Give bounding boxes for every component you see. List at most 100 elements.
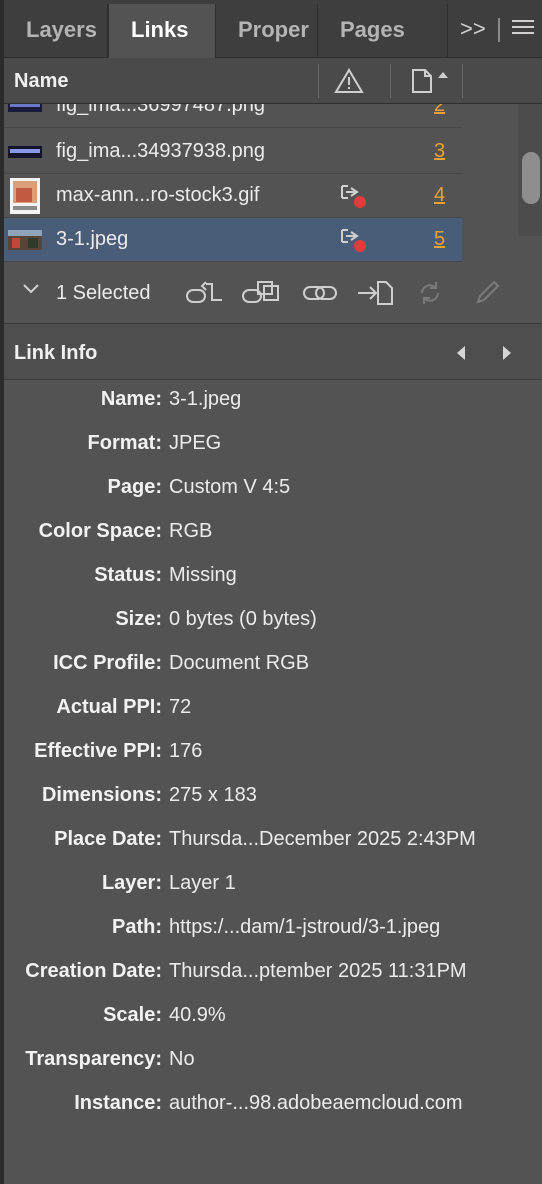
field-value: Thursda...ptember 2025 11:31PM: [169, 960, 467, 982]
link-page-number[interactable]: 3: [434, 140, 445, 163]
page-sort-icon[interactable]: [408, 68, 460, 99]
info-row-place-date: Place Date: Thursda...December 2025 2:43P…: [4, 820, 542, 864]
info-row-color-space: Color Space: RGB: [4, 512, 542, 556]
field-value: 275 x 183: [169, 784, 257, 806]
field-label: Instance:: [74, 1092, 162, 1114]
info-row-name: Name: 3-1.jpeg: [4, 380, 542, 424]
field-label: Path:: [112, 916, 162, 938]
field-label: ICC Profile:: [53, 652, 162, 674]
field-value: 3-1.jpeg: [169, 388, 242, 410]
link-info-title: Link Info: [14, 342, 98, 364]
link-info-body: Name: 3-1.jpeg Format: JPEG Page: Custom V …: [4, 380, 542, 1184]
field-label: Page:: [107, 476, 162, 498]
link-name: fig_ima...36997487.png: [56, 104, 266, 116]
tab-links[interactable]: Links: [108, 4, 216, 58]
field-value: 176: [169, 740, 203, 762]
tab-pages[interactable]: Pages: [318, 4, 448, 58]
relink-folder-icon[interactable]: [240, 278, 280, 308]
links-toolbar: 1 Selected: [4, 262, 542, 324]
field-label: Scale:: [103, 1004, 162, 1026]
info-row-scale: Scale: 40.9%: [4, 996, 542, 1040]
tab-layers[interactable]: Layers: [4, 4, 108, 58]
field-label: Dimensions:: [41, 784, 162, 806]
field-label: Effective PPI:: [34, 740, 162, 762]
field-label: Name:: [100, 388, 162, 410]
column-separator: [318, 64, 319, 98]
column-separator: [462, 64, 463, 98]
list-item-selected[interactable]: 3-1.jpeg 5: [4, 218, 462, 262]
list-scrollbar-thumb[interactable]: [522, 152, 540, 204]
field-label: Size:: [115, 608, 162, 630]
field-label: Color Space:: [38, 520, 162, 542]
thumbnail: [8, 226, 42, 254]
field-label: Status:: [94, 564, 162, 586]
next-link-icon[interactable]: [500, 344, 514, 367]
field-value: No: [169, 1048, 195, 1070]
info-row-path: Path: https:/...dam/1-jstroud/3-1.jpeg: [4, 908, 542, 952]
panel-menu-icon[interactable]: [512, 20, 534, 38]
list-item[interactable]: fig_ima...34937938.png 3: [4, 130, 462, 174]
selected-count: 1 Selected: [56, 282, 151, 304]
link-page-number[interactable]: 2: [434, 104, 445, 117]
list-item[interactable]: fig_ima...36997487.png 2: [4, 104, 462, 128]
info-row-icc-profile: ICC Profile: Document RGB: [4, 644, 542, 688]
links-panel: Layers Links Proper Pages >> Name fig_im…: [0, 0, 542, 1184]
link-page-number[interactable]: 5: [434, 228, 445, 251]
field-value: Thursda...December 2025 2:43PM: [169, 828, 476, 850]
field-label: Transparency:: [25, 1048, 162, 1070]
info-row-instance: Instance: author-...98.adobeaemcloud.com: [4, 1084, 542, 1128]
field-value: JPEG: [169, 432, 222, 454]
info-row-status: Status: Missing: [4, 556, 542, 600]
thumbnail: [8, 178, 42, 214]
tab-overflow-button[interactable]: >>: [460, 16, 486, 42]
field-value: RGB: [169, 520, 213, 542]
info-row-actual-ppi: Actual PPI: 72: [4, 688, 542, 732]
info-row-transparency: Transparency: No: [4, 1040, 542, 1084]
update-link-icon: [414, 278, 454, 308]
field-value: https:/...dam/1-jstroud/3-1.jpeg: [169, 916, 441, 938]
field-value: Document RGB: [169, 652, 310, 674]
tab-divider: [498, 18, 500, 42]
links-list: fig_ima...36997487.png 2 fig_ima...34937…: [4, 104, 542, 262]
field-value: 72: [169, 696, 192, 718]
field-value: 40.9%: [169, 1004, 226, 1026]
relink-from-cc-icon[interactable]: [184, 278, 224, 308]
links-column-header: Name: [4, 58, 542, 104]
link-name: fig_ima...34937938.png: [56, 140, 266, 162]
chevron-down-icon[interactable]: [22, 282, 40, 301]
field-label: Layer:: [101, 872, 162, 894]
field-value: 0 bytes (0 bytes): [169, 608, 317, 630]
info-row-dimensions: Dimensions: 275 x 183: [4, 776, 542, 820]
info-row-format: Format: JPEG: [4, 424, 542, 468]
info-row-layer: Layer: Layer 1: [4, 864, 542, 908]
link-info-header[interactable]: Link Info: [4, 324, 542, 380]
field-value: Missing: [169, 564, 237, 586]
field-label: Place Date:: [54, 828, 162, 850]
info-row-creation-date: Creation Date: Thursda...ptember 2025 11:…: [4, 952, 542, 996]
name-column-header[interactable]: Name: [14, 70, 68, 93]
info-row-effective-ppi: Effective PPI: 176: [4, 732, 542, 776]
thumbnail: [8, 104, 42, 120]
list-item[interactable]: max-ann...ro-stock3.gif 4: [4, 174, 462, 218]
info-row-page: Page: Custom V 4:5: [4, 468, 542, 512]
missing-link-icon[interactable]: [338, 182, 368, 215]
info-row-size: Size: 0 bytes (0 bytes): [4, 600, 542, 644]
link-name: max-ann...ro-stock3.gif: [56, 184, 260, 206]
tab-properties[interactable]: Proper: [216, 4, 318, 58]
field-label: Creation Date:: [25, 960, 162, 982]
field-label: Format:: [87, 432, 162, 454]
go-to-link-icon[interactable]: [300, 278, 340, 308]
link-page-number[interactable]: 4: [434, 184, 445, 207]
field-label: Actual PPI:: [56, 696, 162, 718]
field-value: author-...98.adobeaemcloud.com: [169, 1092, 463, 1114]
column-separator: [390, 64, 391, 98]
field-value: Custom V 4:5: [169, 476, 291, 498]
edit-original-icon: [472, 278, 512, 308]
link-name: 3-1.jpeg: [56, 228, 129, 250]
missing-link-icon[interactable]: [338, 226, 368, 259]
warning-icon[interactable]: [334, 68, 364, 99]
previous-link-icon[interactable]: [454, 344, 468, 367]
field-value: Layer 1: [169, 872, 236, 894]
thumbnail: [8, 138, 42, 166]
embed-link-icon[interactable]: [356, 278, 396, 308]
